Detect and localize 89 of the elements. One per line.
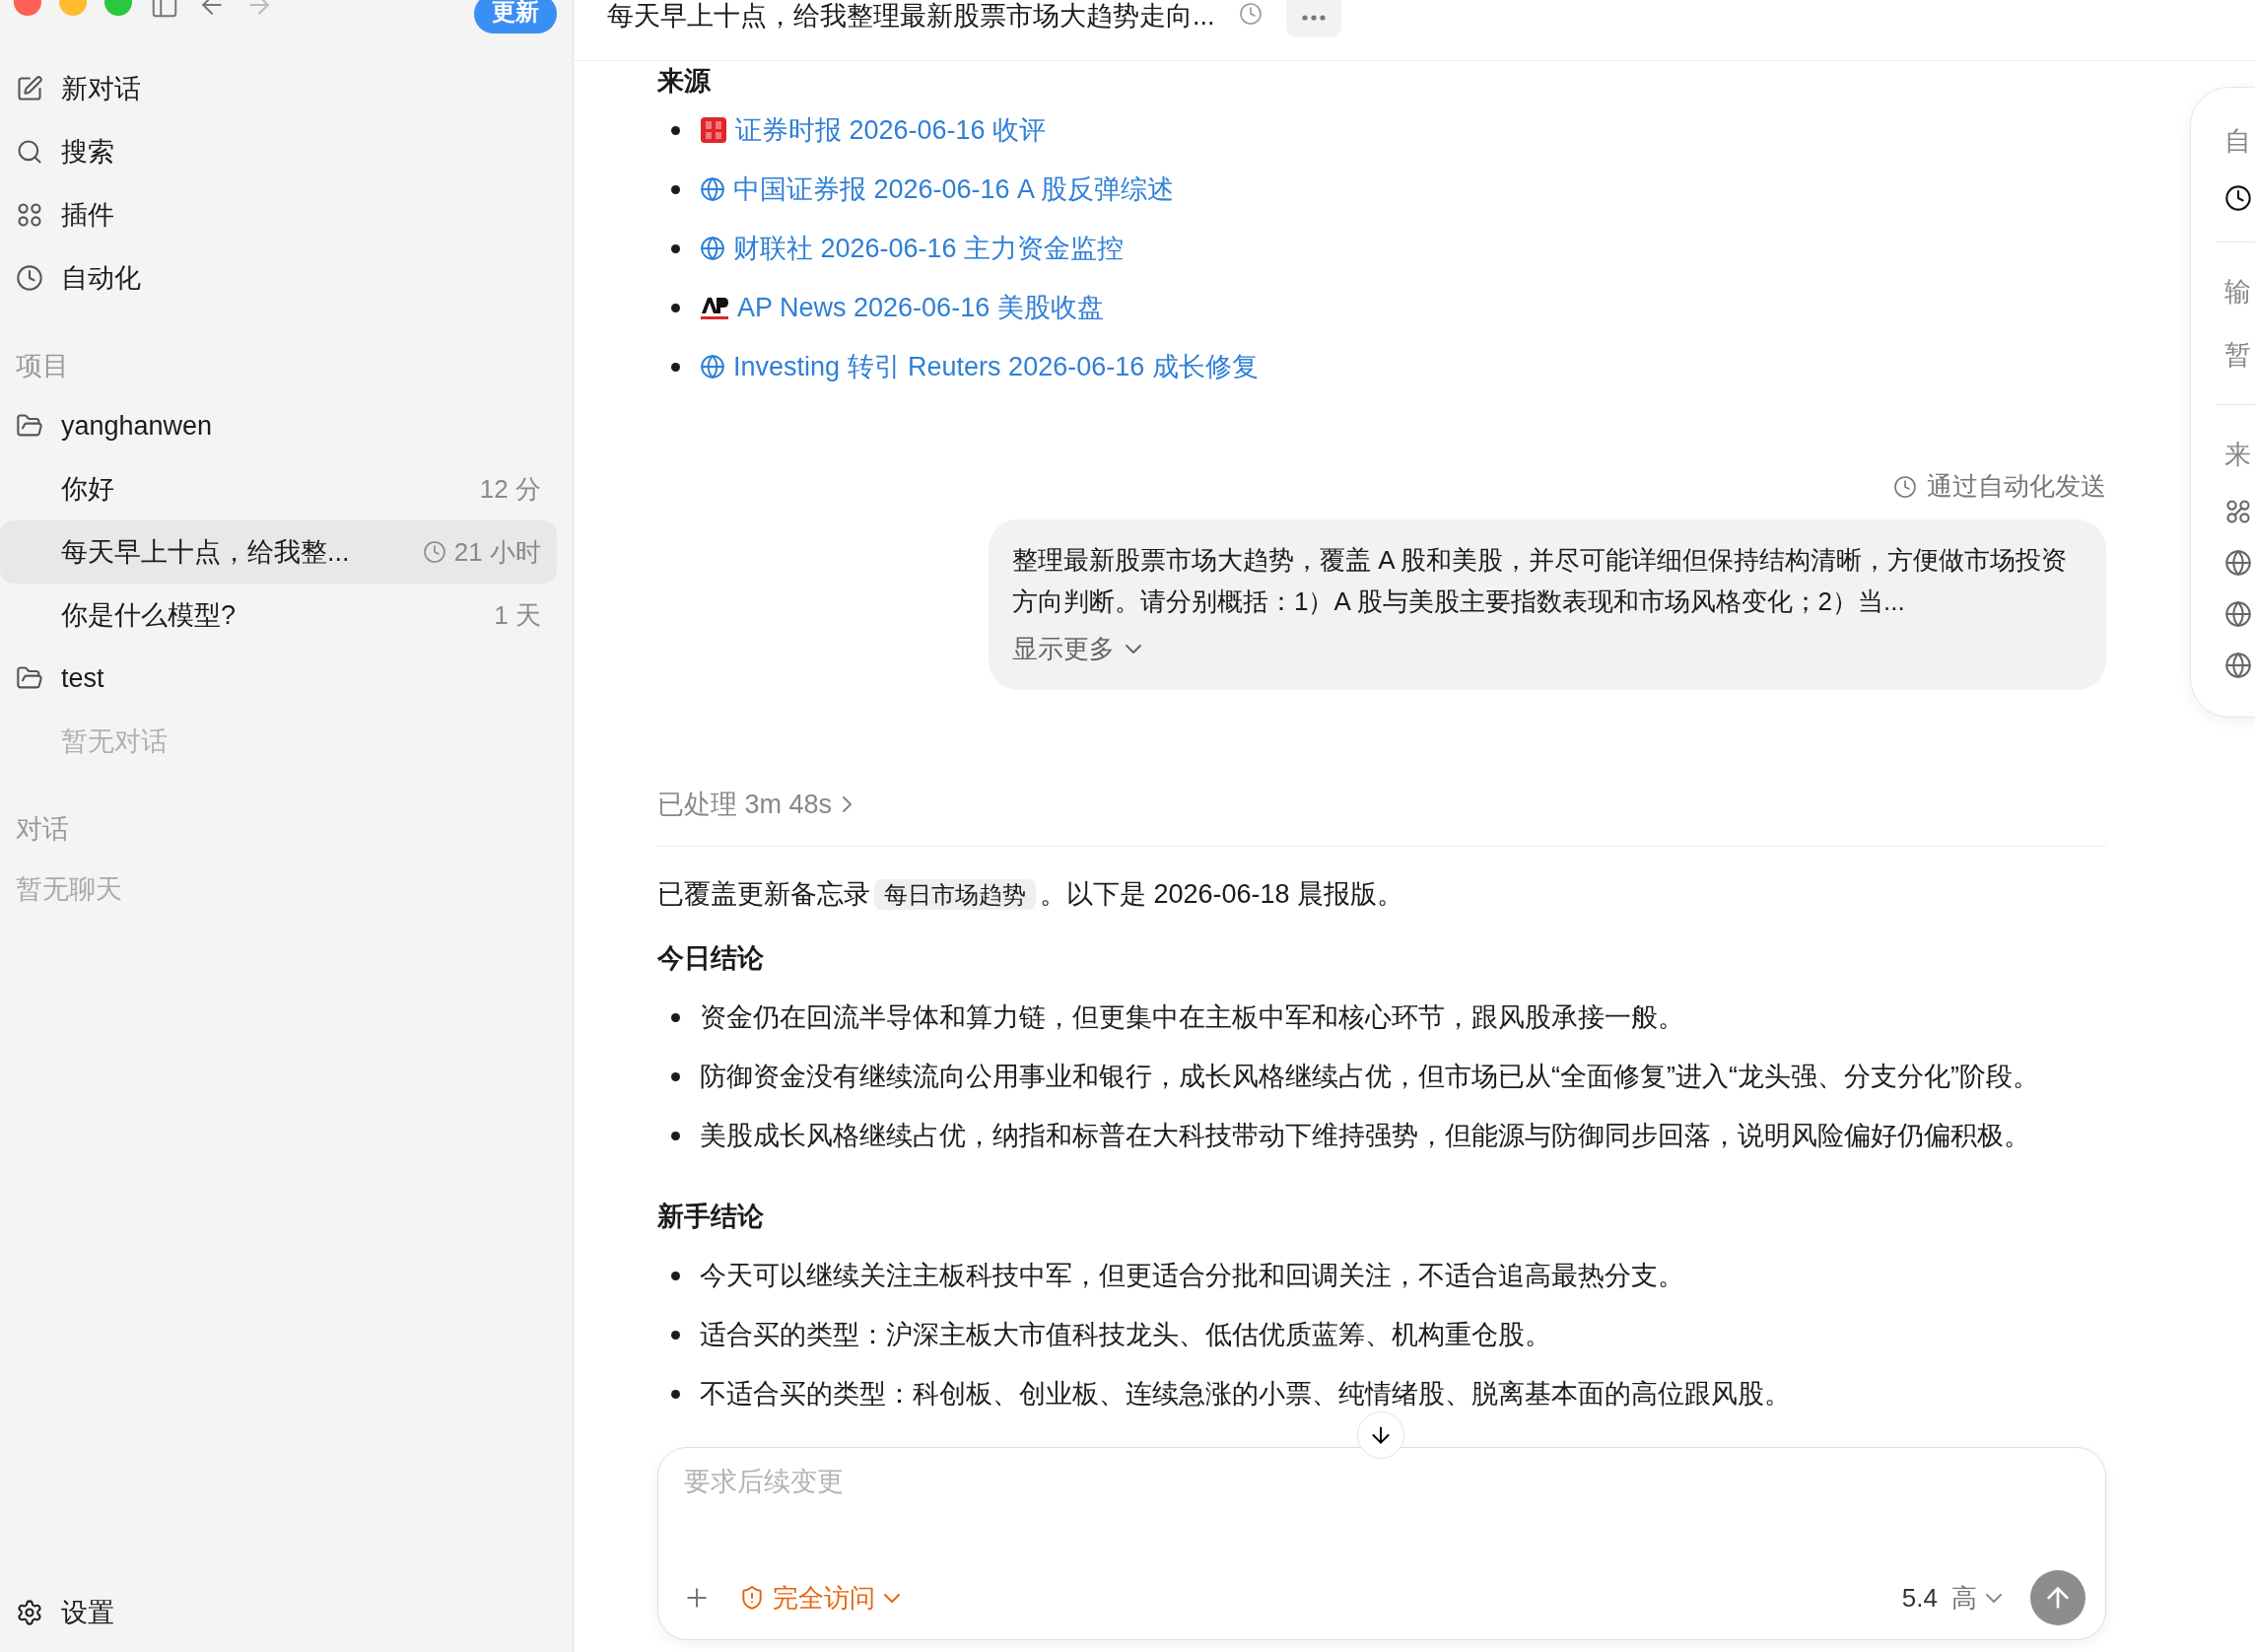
bullet-icon [671,1071,680,1081]
chat-title: 你好 [61,473,114,506]
chevron-right-icon [842,795,854,813]
bullet-text: 适合买的类型：沪深主板大市值科技龙头、低估优质蓝筹、机构重仓股。 [700,1319,1551,1351]
bullet-icon [671,243,680,253]
chat-title: 你是什么模型? [61,599,237,632]
search-icon [16,138,43,166]
clock-icon [1238,2,1263,26]
nav-label: 插件 [61,199,114,232]
chevron-down-icon [883,1592,901,1604]
chat-time: 21 小时 [453,535,541,569]
bullet-text: 今天可以继续关注主板科技中军，但更适合分批和回调关注，不适合追高最热分支。 [700,1260,1684,1292]
chat-time: 12 分 [479,472,541,506]
nav-label: 新对话 [61,73,141,105]
project-folder[interactable]: yanghanwen [0,394,557,457]
bullet-text: 资金仍在回流半导体和算力链，但更集中在主板中军和核心环节，跟风股承接一般。 [700,1001,1684,1034]
bullet-text: 防御资金没有继续流向公用事业和银行，成长风格继续占优，但市场已从“全面修复”进入“龙头强、分支分化”阶段。 [700,1061,2039,1093]
processed-toggle[interactable]: 已处理 3m 48s [657,783,2106,826]
nav-item[interactable]: 搜索 [0,120,557,183]
empty-text: 暂无对话 [60,725,169,758]
reply-intro: 已覆盖更新备忘录 每日市场趋势 。以下是 2026-06-18 晨报版。 [657,878,1405,912]
automation-note: 通过自动化发送 [1927,470,2106,503]
bullet-icon [671,1330,680,1340]
nav-item[interactable]: 新对话 [0,57,557,120]
bullet-icon [671,1271,680,1280]
source-link[interactable]: 财联社 2026-06-16 主力资金监控 [700,231,1125,266]
chat-item[interactable]: 你是什么模型? 1 天 [0,584,557,647]
chevron-down-icon [1125,644,1142,654]
nav-label: 搜索 [61,136,114,169]
bullet-icon [671,1389,680,1399]
folder-name: yanghanwen [61,410,213,442]
source-link[interactable]: AP News 2026-06-16 美股收盘 [700,290,1104,325]
chat-time: 1 天 [494,598,541,632]
bullet-icon [671,1012,680,1022]
project-folder[interactable]: test [0,647,557,710]
more-icon [1301,15,1326,21]
section-heading: 项目 [15,350,70,382]
bullet-icon [671,125,680,135]
clock-icon [1893,474,1917,499]
section-heading: 对话 [15,813,70,846]
nodes-icon [2224,498,2252,525]
chat-title: 每天早上十点，给我整理最新股票市场大趋势走向... [607,0,1215,33]
message-input[interactable]: 要求后续变更 [682,1466,2085,1498]
chevron-down-icon [1985,1592,2003,1604]
source-link[interactable]: Investing 转引 Reuters 2026-06-16 成长修复 [700,349,1259,384]
nav-item[interactable]: 自动化 [0,246,557,310]
panel-label: 输 [2224,276,2252,309]
section-heading: 今日结论 [657,942,765,975]
globe-icon [2224,549,2252,577]
chat-item[interactable]: 每天早上十点，给我整... 21 小时 [0,520,557,584]
empty-text: 暂无聊天 [15,873,123,906]
bullet-icon [671,184,680,194]
globe-icon [2224,600,2252,628]
bullet-text: 不适合买的类型：科创板、创业板、连续急涨的小票、纯情绪股、脱离基本面的高位跟风股。 [700,1378,1791,1411]
source-link[interactable]: 中国证券报 2026-06-16 A 股反弹综述 [700,172,1175,207]
model-dropdown[interactable]: 5.4 高 [1901,1580,2003,1616]
panel-label: 来 [2224,439,2252,471]
clock-icon [2224,184,2252,212]
panel-label: 暂 [2224,339,2252,372]
compose-icon [16,75,43,103]
bullet-icon [671,1131,680,1140]
globe-icon [700,354,725,379]
bullet-text: 美股成长风格继续占优，纳指和标普在大科技带动下维持强势，但能源与防御同步回落，说明风险偏好仍偏积极。 [700,1120,2030,1152]
bullet-icon [671,362,680,372]
nav-item[interactable]: 插件 [0,183,557,246]
chat-title: 每天早上十点，给我整... [61,536,350,569]
source-link[interactable]: 证券时报 2026-06-16 收评 [700,112,1047,148]
clock-icon [16,264,43,292]
plugins-icon [16,201,43,229]
chat-item[interactable]: 你好 12 分 [0,457,557,520]
send-button[interactable] [2030,1570,2085,1625]
more-button[interactable] [1285,0,1341,37]
settings-item[interactable]: 设置 [0,1581,557,1644]
scroll-down-button[interactable] [1357,1411,1404,1459]
section-heading: 来源 [657,65,712,98]
folder-name: test [61,662,104,694]
nav-label: 自动化 [61,262,141,295]
globe-icon [2224,652,2252,679]
show-more-button[interactable]: 显示更多 [1012,632,1142,666]
settings-label: 设置 [61,1597,114,1629]
panel-label: 自 [2224,125,2252,158]
globe-icon [700,236,725,261]
bullet-icon [671,303,680,312]
message-text: 整理最新股票市场大趋势，覆盖 A 股和美股，并尽可能详细但保持结构清晰，方便做市场投资方向判断。请分别概括：1）A 股与美股主要指数表现和市场风格变化；2）当... [1012,544,2069,618]
seal-icon [700,116,727,144]
globe-icon [700,176,725,202]
settings-icon [16,1599,43,1626]
section-heading: 新手结论 [657,1201,765,1233]
shield-icon [739,1585,765,1611]
